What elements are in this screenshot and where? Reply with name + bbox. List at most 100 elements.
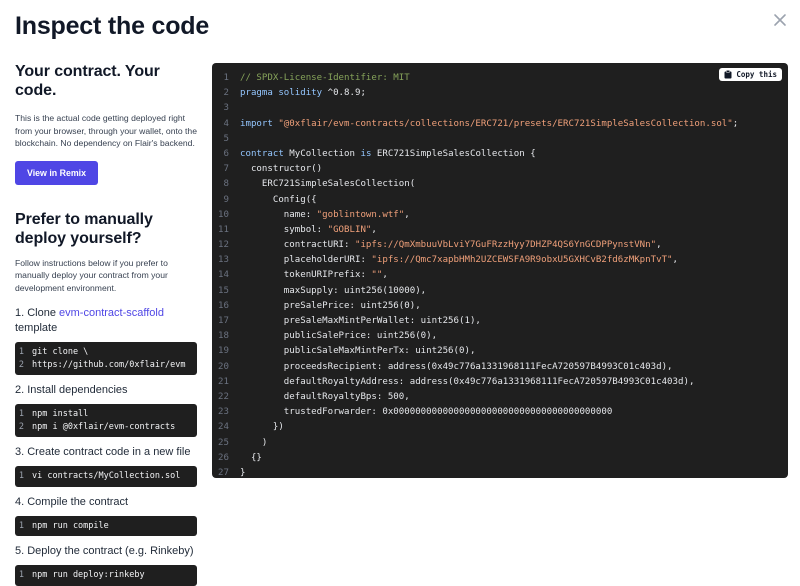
- line-number: 10: [218, 209, 229, 220]
- view-in-remix-button[interactable]: View in Remix: [15, 160, 98, 185]
- line-number: 4: [223, 118, 229, 129]
- code-line: 20 proceedsRecipient: address(0x49c776a1…: [212, 360, 738, 375]
- manual-heading: Prefer to manually deploy yourself?: [15, 210, 153, 247]
- code-line: 10 name: "goblintown.wtf",: [212, 208, 738, 223]
- code-text: // SPDX-License-Identifier: MIT: [240, 71, 410, 86]
- code-text: contractURI: "ipfs://QmXmbuuVbLviY7GuFRz…: [240, 238, 662, 253]
- evm-contract-scaffold-link[interactable]: evm-contract-scaffold: [59, 307, 164, 319]
- code-text: constructor(): [240, 162, 322, 177]
- step-4: 4. Compile the contract 1 npm run compile: [15, 495, 197, 536]
- code-token: contract: [240, 148, 290, 159]
- snippet-text: git clone \: [32, 347, 89, 357]
- line-number: 18: [218, 331, 229, 342]
- code-line: 13 placeholderURI: "ipfs://Qmc7xapbHMh2U…: [212, 253, 738, 268]
- intro-text: This is the actual code getting deployed…: [15, 113, 197, 148]
- line-number: 1: [18, 520, 24, 531]
- line-number: 8: [223, 179, 229, 190]
- line-number: 17: [218, 316, 229, 326]
- step-label: 3. Create contract code in a new file: [15, 446, 191, 458]
- line-number: 5: [223, 133, 229, 144]
- line-number: 19: [218, 346, 229, 357]
- code-token: ^0.8.9;: [327, 88, 366, 99]
- code-token: ): [240, 437, 268, 448]
- line-number: 20: [218, 361, 229, 372]
- line-number: 1: [18, 347, 24, 357]
- snippet-line: 1 vi contracts/MyCollection.sol: [15, 470, 197, 483]
- snippet-line: 1 npm install: [15, 408, 197, 421]
- code-text: }: [240, 466, 245, 478]
- code-token: ,: [371, 224, 377, 235]
- step-label-suffix: template: [15, 322, 58, 334]
- line-number: 26: [218, 452, 229, 463]
- code-text: contract MyCollection is ERC721SimpleSal…: [240, 147, 536, 162]
- code-text: {}: [240, 451, 262, 466]
- line-number: 6: [223, 148, 229, 159]
- code-line: 5: [212, 132, 738, 147]
- code-text: preSalePrice: uint256(0),: [240, 299, 421, 314]
- command-snippet[interactable]: 1 npm run compile: [15, 515, 197, 536]
- step-label: 4. Compile the contract: [15, 495, 129, 508]
- step-label: 1. Clone evm-contract-scaffold template: [15, 306, 197, 336]
- code-token: trustedForwarder: 0x00000000000000000000…: [240, 407, 613, 418]
- code-text: tokenURIPrefix: "",: [240, 268, 388, 283]
- code-token: "GOBLIN": [327, 224, 372, 235]
- code-token: symbol:: [240, 224, 328, 235]
- code-text: defaultRoyaltyAddress: address(0x49c776a…: [240, 375, 695, 390]
- code-token: constructor(): [240, 164, 323, 175]
- step-2: 2. Install dependencies 1 npm install 2 npm …: [15, 383, 197, 437]
- code-token: contractURI:: [240, 240, 355, 251]
- command-snippet[interactable]: 1 npm install 2 npm i @0xflair/evm-contract…: [15, 404, 197, 437]
- code-token: ,: [672, 255, 679, 266]
- code-token: maxSupply: uint256(10000),: [240, 285, 427, 296]
- code-line: 18 publicSalePrice: uint256(0),: [212, 329, 738, 344]
- code-line: 8 ERC721SimpleSalesCollection(: [212, 177, 738, 192]
- line-number: 14: [218, 270, 229, 281]
- code-line: 24 }): [212, 420, 738, 435]
- code-token: ,: [656, 240, 662, 251]
- code-block[interactable]: Copy this 1 // SPDX-License-Identifier: M…: [212, 63, 788, 478]
- code-token: "ipfs://Qmc7xapbHMh2UZCEWSFA9R9obxU5GXHC…: [371, 255, 673, 266]
- code-text: symbol: "GOBLIN",: [240, 223, 377, 238]
- code-token: is: [360, 148, 377, 159]
- code-line: 9 Config({: [212, 193, 738, 208]
- command-snippet[interactable]: 1 npm run deploy:rinkeby: [15, 565, 197, 586]
- code-text: ): [240, 436, 267, 451]
- code-token: publicSaleMaxMintPerTx: uint256(0),: [240, 346, 476, 357]
- code-token: // SPDX-License-Identifier: MIT: [240, 73, 410, 83]
- line-number: 2: [223, 88, 229, 99]
- command-snippet[interactable]: 1 vi contracts/MyCollection.sol: [15, 466, 197, 487]
- left-panel: Your contract. Your code. This is the ac…: [15, 62, 197, 586]
- code-line: 2 pragma solidity ^0.8.9;: [212, 86, 738, 101]
- code-token: ,: [382, 270, 388, 281]
- line-number: 16: [218, 300, 229, 311]
- code-text: proceedsRecipient: address(0x49c776a1331…: [240, 360, 673, 375]
- code-line: 11 symbol: "GOBLIN",: [212, 223, 738, 238]
- close-icon[interactable]: [772, 12, 788, 28]
- step-3: 3. Create contract code in a new file 1 vi…: [15, 445, 197, 487]
- line-number: 1: [18, 570, 24, 580]
- code-line: 16 preSalePrice: uint256(0),: [212, 299, 738, 314]
- code-token: }: [240, 467, 246, 478]
- code-text: ERC721SimpleSalesCollection(: [240, 177, 415, 192]
- code-line: 22 defaultRoyaltyBps: 500,: [212, 390, 738, 405]
- code-line: 1 // SPDX-License-Identifier: MIT: [212, 71, 738, 86]
- step-label: 5. Deploy the contract (e.g. Rinkeby): [15, 545, 194, 557]
- line-number: 23: [218, 407, 229, 418]
- snippet-text: vi contracts/MyCollection.sol: [32, 471, 181, 481]
- code-text: preSaleMaxMintPerWallet: uint256(1),: [240, 314, 481, 329]
- line-number: 21: [218, 376, 229, 387]
- step-1: 1. Clone evm-contract-scaffold template 1 g…: [15, 306, 197, 375]
- snippet-text: npm install: [32, 409, 89, 419]
- step-label: 2. Install dependencies: [15, 384, 128, 396]
- code-line: 17 preSaleMaxMintPerWallet: uint256(1),: [212, 314, 738, 329]
- line-number: 15: [218, 285, 229, 296]
- command-snippet[interactable]: 1 git clone \ 2 https://github.com/0xflair…: [15, 342, 197, 375]
- line-number: 13: [218, 255, 229, 266]
- code-token: defaultRoyaltyAddress: address(0x49c776a…: [240, 376, 695, 387]
- code-line: 27}: [212, 466, 738, 478]
- steps-list: 1. Clone evm-contract-scaffold template 1 g…: [15, 306, 197, 586]
- code-token: publicSalePrice: uint256(0),: [240, 331, 438, 342]
- line-number: 12: [218, 240, 229, 251]
- code-token: ;: [732, 118, 739, 129]
- page-title: Inspect the code: [15, 12, 210, 40]
